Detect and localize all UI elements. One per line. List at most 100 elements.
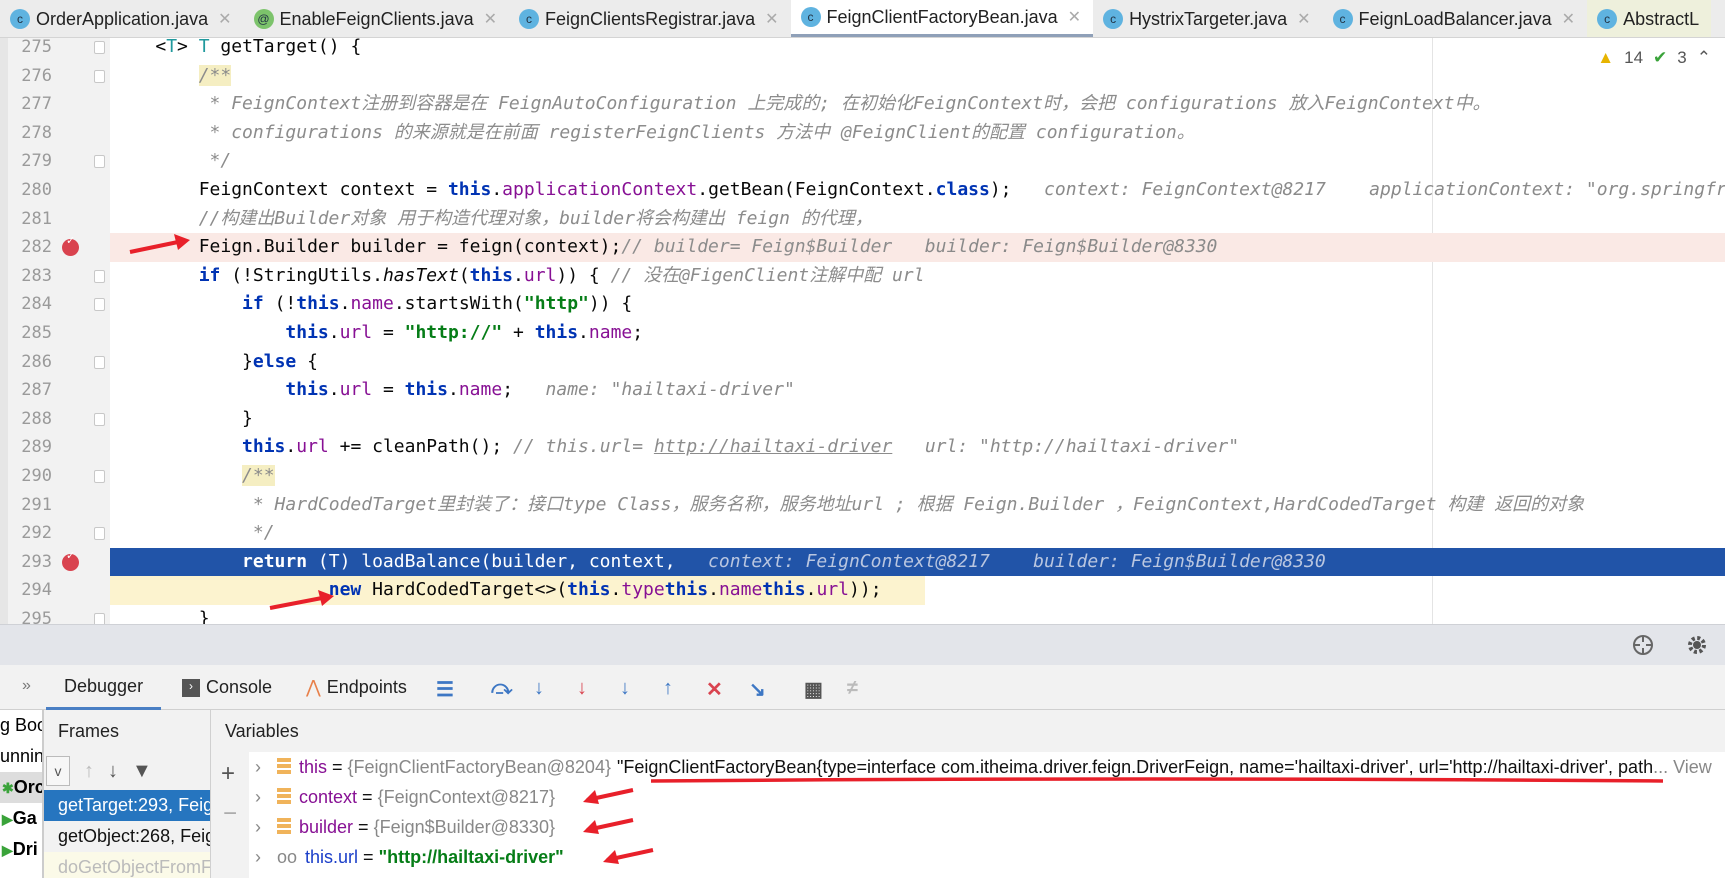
fold-marker-icon[interactable] [94,412,105,426]
code-line[interactable]: 281 //构建出Builder对象 用于构造代理对象，builder将会构建出… [0,205,1725,234]
code-token: this [762,579,806,601]
fold-marker-icon[interactable] [94,69,105,83]
code-line[interactable]: 293 return (T) loadBalance(builder, cont… [0,547,1725,577]
editor-tab[interactable]: c FeignClientFactoryBean.java ✕ [790,0,1094,37]
code-line[interactable]: 282 Feign.Builder builder = feign(contex… [0,233,1725,262]
variable-row[interactable]: › builder = {Feign$Builder@8330} [249,812,1725,842]
code-line[interactable]: 283 if (!StringUtils.hasText(this.url)) … [0,262,1725,291]
variable-row[interactable]: › oo this.url = "http://hailtaxi-driver" [249,842,1725,872]
editor-tab[interactable]: c HystrixTargeter.java ✕ [1093,0,1322,37]
line-number: 283 [21,265,52,286]
chevron-right-icon[interactable]: › [255,817,269,838]
code-line[interactable]: 275 <T> T getTarget() { [0,38,1725,62]
tab-console[interactable]: › Console [182,665,272,710]
code-token: url [339,322,373,343]
inline-debug-value: context: FeignContext@8217 applicationCo… [1011,179,1725,200]
trace-icon[interactable]: ≠ [847,677,869,699]
fold-marker-icon[interactable] [94,470,105,483]
tab-endpoints[interactable]: ⋀ Endpoints [306,665,407,710]
code-line[interactable]: 278 * configurations 的来源就是在前面 registerFe… [0,119,1725,148]
crosshair-icon[interactable] [1632,634,1654,656]
show-execution-point-icon[interactable]: ⤼ [491,677,513,699]
code-token: this [447,179,492,200]
view-more-link[interactable]: ... View [1653,757,1712,777]
close-icon[interactable]: ✕ [484,9,497,29]
code-editor[interactable]: 275 <T> T getTarget() {276 /** 277 * Feig… [0,38,1725,624]
close-icon[interactable]: ✕ [218,9,231,29]
close-icon[interactable]: ✕ [765,9,778,29]
variable-row[interactable]: › context = {FeignContext@8217} [249,782,1725,812]
code-line[interactable]: 289 this.url += cleanPath(); // this.url… [0,433,1725,462]
variable-name: this.url [305,846,359,867]
layout-icon[interactable]: ☰ [436,677,458,701]
thread-dropdown[interactable]: v [46,756,70,786]
drop-frame-icon[interactable]: ✕ [706,677,728,701]
evaluate-expression-icon[interactable]: ▦ [804,677,826,701]
code-line[interactable]: 288 } [0,405,1725,434]
chevron-up-icon[interactable]: ⌃ [1697,48,1711,68]
add-watch-button[interactable]: + [221,760,235,788]
frame-item[interactable]: doGetObjectFromF [44,852,210,878]
code-line[interactable]: 279 */ [0,147,1725,176]
code-line[interactable]: 285 this.url = "http://" + this.name; [0,319,1725,348]
code-line[interactable]: 277 * FeignContext注册到容器是在 FeignAutoConfi… [0,90,1725,119]
code-line[interactable]: 291 * HardCodedTarget里封装了：接口type Class，服… [0,491,1725,520]
force-step-into-icon[interactable]: ↓ [620,677,642,699]
tab-debugger[interactable]: Debugger [46,665,162,710]
code-token: this [242,436,286,458]
close-icon[interactable]: ✕ [1297,9,1310,29]
fold-marker-icon[interactable] [94,41,105,54]
fold-marker-icon[interactable] [94,298,105,312]
close-icon[interactable]: ✕ [1562,9,1575,29]
step-over-icon[interactable]: ↓ [534,677,556,699]
service-item[interactable]: ✱Orc [0,772,42,803]
code-line[interactable]: 276 /** [0,62,1725,91]
fold-marker-icon[interactable] [94,613,105,624]
frame-item[interactable]: getObject:268, Feig [44,821,210,852]
fold-marker-icon[interactable] [94,355,105,369]
editor-tab[interactable]: c OrderApplication.java ✕ [0,0,244,37]
variables-header: Variables [225,720,299,741]
code-line[interactable]: 287 this.url = this.name; name: "hailtax… [0,376,1725,405]
editor-tab[interactable]: c FeignLoadBalancer.java ✕ [1323,0,1588,37]
code-token: )) { [556,264,611,286]
code-line[interactable]: 294 new HardCodedTarget<>(this.typethis.… [0,576,1725,605]
frame-item[interactable]: getTarget:293, Feig [44,790,210,821]
breakpoint-icon[interactable] [62,549,79,571]
code-line[interactable]: 295 } [0,605,1725,624]
code-token: . [513,264,524,286]
close-icon[interactable]: ✕ [1068,7,1081,27]
service-item[interactable]: ▶Ga [0,803,42,834]
remove-watch-button[interactable]: − [223,800,237,828]
arrow-up-icon[interactable]: ↑ [84,760,94,783]
code-token: /** [242,465,275,486]
inspection-widget[interactable]: ▲ 14 ✔ 3 ⌃ [1597,48,1711,68]
fold-marker-icon[interactable] [94,155,105,169]
step-into-icon[interactable]: ↓ [577,677,599,699]
annotation-arrow [129,234,190,254]
breakpoint-icon[interactable] [62,234,79,257]
service-item[interactable]: ▶Dri [0,834,42,865]
filter-icon[interactable]: ▼ [132,760,152,783]
editor-tab[interactable]: c AbstractL [1587,0,1712,37]
run-icon: ▶ [2,811,13,827]
chevron-right-icon[interactable]: › [255,787,269,808]
chevron-right-icon[interactable]: › [255,757,269,778]
step-out-icon[interactable]: ↑ [663,677,685,699]
code-line[interactable]: 290 /** [0,462,1725,491]
fold-marker-icon[interactable] [94,269,105,283]
run-to-cursor-icon[interactable]: ↘ [749,677,771,701]
arrow-down-icon[interactable]: ↓ [108,760,118,783]
chevron-right-icon[interactable]: › [255,847,269,868]
code-line[interactable]: 286 }else { [0,348,1725,377]
code-line[interactable]: 292 */ [0,519,1725,548]
code-token: HardCodedTarget<>( [361,579,568,601]
gear-icon[interactable] [1686,634,1708,656]
code-line[interactable]: 284 if (!this.name.startsWith("http")) { [0,290,1725,319]
more-tabs-button[interactable]: » [22,677,31,695]
code-line[interactable]: 280 FeignContext context = this.applicat… [0,176,1725,205]
editor-tab[interactable]: @ EnableFeignClients.java ✕ [244,0,510,37]
fold-marker-icon[interactable] [94,527,105,541]
editor-tab[interactable]: c FeignClientsRegistrar.java ✕ [509,0,791,37]
